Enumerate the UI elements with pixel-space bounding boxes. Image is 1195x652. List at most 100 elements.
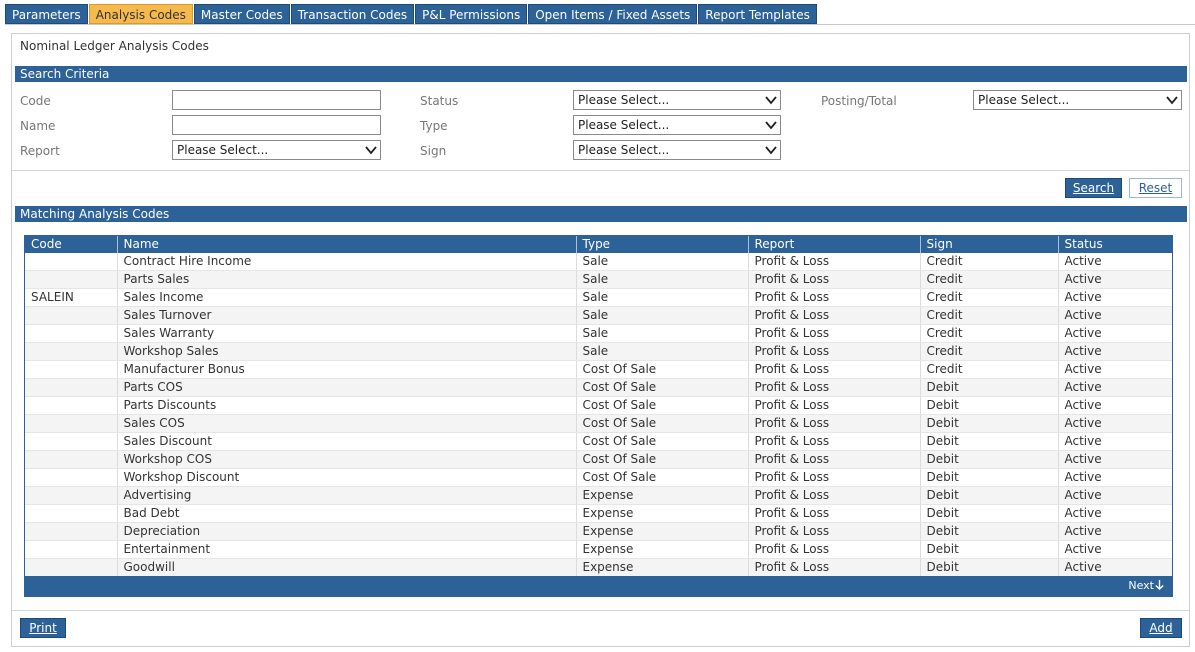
cell-status: Active bbox=[1058, 342, 1172, 361]
posting-total-label: Posting/Total bbox=[821, 94, 897, 108]
search-criteria-header: Search Criteria bbox=[15, 66, 1187, 82]
code-input[interactable] bbox=[172, 90, 381, 110]
cell-name: Entertainment bbox=[117, 540, 577, 559]
status-select-value: Please Select... bbox=[578, 93, 670, 107]
table-row[interactable]: Entertainment Expense Profit & Loss Debit Ac… bbox=[25, 540, 1172, 559]
table-row[interactable]: Parts COS Cost Of Sale Profit & Loss Debit A… bbox=[25, 378, 1172, 397]
cell-sign: Credit bbox=[920, 253, 1059, 271]
cell-sign: Debit bbox=[920, 468, 1059, 487]
tab-transaction-codes[interactable]: Transaction Codes bbox=[290, 4, 415, 24]
cell-name: Sales Income bbox=[117, 288, 577, 307]
cell-type: Sale bbox=[576, 270, 749, 289]
table-row[interactable]: Sales COS Cost Of Sale Profit & Loss Debit A… bbox=[25, 414, 1172, 433]
column-header-status[interactable]: Status bbox=[1058, 236, 1172, 253]
cell-status: Active bbox=[1058, 253, 1172, 271]
cell-name: Bad Debt bbox=[117, 504, 577, 523]
tab-open-items-fixed-assets[interactable]: Open Items / Fixed Assets bbox=[528, 4, 698, 24]
cell-code bbox=[25, 558, 118, 577]
table-row[interactable]: Sales Turnover Sale Profit & Loss Credit Act… bbox=[25, 306, 1172, 325]
table-row[interactable]: Goodwill Expense Profit & Loss Debit Active bbox=[25, 558, 1172, 577]
search-button[interactable]: Search bbox=[1065, 178, 1122, 198]
chevron-down-icon bbox=[765, 96, 777, 105]
table-row[interactable]: Workshop COS Cost Of Sale Profit & Loss Deb… bbox=[25, 450, 1172, 469]
column-header-sign[interactable]: Sign bbox=[920, 236, 1059, 253]
cell-report: Profit & Loss bbox=[748, 360, 921, 379]
cell-code bbox=[25, 324, 118, 343]
cell-code bbox=[25, 486, 118, 505]
cell-status: Active bbox=[1058, 396, 1172, 415]
sign-select[interactable]: Please Select... bbox=[573, 140, 781, 160]
cell-status: Active bbox=[1058, 324, 1172, 343]
table-row[interactable]: Advertising Expense Profit & Loss Debit Acti… bbox=[25, 486, 1172, 505]
cell-status: Active bbox=[1058, 432, 1172, 451]
cell-report: Profit & Loss bbox=[748, 414, 921, 433]
cell-status: Active bbox=[1058, 288, 1172, 307]
page-title: Nominal Ledger Analysis Codes bbox=[20, 39, 209, 53]
column-header-name[interactable]: Name bbox=[117, 236, 577, 253]
print-button[interactable]: Print bbox=[20, 618, 66, 638]
tab-divider bbox=[5, 24, 1195, 25]
table-row[interactable]: Workshop Discount Cost Of Sale Profit & Lo… bbox=[25, 468, 1172, 487]
cell-code bbox=[25, 468, 118, 487]
posting-total-select[interactable]: Please Select... bbox=[973, 90, 1182, 110]
cell-name: Sales COS bbox=[117, 414, 577, 433]
tab-analysis-codes[interactable]: Analysis Codes bbox=[88, 4, 193, 24]
table-row[interactable]: Contract Hire Income Sale Profit & Loss Cre… bbox=[25, 253, 1172, 271]
tab-parameters[interactable]: Parameters bbox=[5, 4, 88, 24]
cell-name: Advertising bbox=[117, 486, 577, 505]
cell-code bbox=[25, 504, 118, 523]
table-row[interactable]: Parts Discounts Cost Of Sale Profit & Loss… bbox=[25, 396, 1172, 415]
column-header-type[interactable]: Type bbox=[576, 236, 749, 253]
cell-sign: Debit bbox=[920, 396, 1059, 415]
code-label: Code bbox=[20, 94, 51, 108]
cell-name: Parts Sales bbox=[117, 270, 577, 289]
chevron-down-icon bbox=[1166, 96, 1178, 105]
table-row[interactable]: Sales Warranty Sale Profit & Loss Credit Act… bbox=[25, 324, 1172, 343]
table-row[interactable]: Parts Sales Sale Profit & Loss Credit Active bbox=[25, 270, 1172, 289]
cell-report: Profit & Loss bbox=[748, 324, 921, 343]
cell-sign: Debit bbox=[920, 486, 1059, 505]
cell-name: Sales Turnover bbox=[117, 306, 577, 325]
cell-code bbox=[25, 270, 118, 289]
tab-report-templates[interactable]: Report Templates bbox=[698, 4, 817, 24]
cell-status: Active bbox=[1058, 486, 1172, 505]
cell-type: Expense bbox=[576, 540, 749, 559]
tab-pl-permissions[interactable]: P&L Permissions bbox=[415, 4, 528, 24]
add-button[interactable]: Add bbox=[1140, 618, 1182, 638]
table-row[interactable]: Depreciation Expense Profit & Loss Debit Act… bbox=[25, 522, 1172, 541]
cell-code bbox=[25, 253, 118, 271]
column-header-code[interactable]: Code bbox=[25, 236, 118, 253]
matching-codes-header: Matching Analysis Codes bbox=[15, 206, 1187, 222]
cell-name: Goodwill bbox=[117, 558, 577, 577]
cell-type: Sale bbox=[576, 324, 749, 343]
name-input[interactable] bbox=[172, 115, 381, 135]
table-row[interactable]: Manufacturer Bonus Cost Of Sale Profit & L… bbox=[25, 360, 1172, 379]
cell-status: Active bbox=[1058, 504, 1172, 523]
cell-report: Profit & Loss bbox=[748, 450, 921, 469]
type-label: Type bbox=[420, 119, 448, 133]
cell-report: Profit & Loss bbox=[748, 378, 921, 397]
tab-master-codes[interactable]: Master Codes bbox=[193, 4, 290, 24]
cell-sign: Debit bbox=[920, 432, 1059, 451]
cell-type: Cost Of Sale bbox=[576, 396, 749, 415]
results-table: Code Name Type Report Sign Status Contra… bbox=[25, 236, 1172, 577]
cell-status: Active bbox=[1058, 360, 1172, 379]
report-select[interactable]: Please Select... bbox=[172, 140, 381, 160]
table-row[interactable]: SALEIN Sales Income Sale Profit & Loss Credi… bbox=[25, 288, 1172, 307]
type-select[interactable]: Please Select... bbox=[573, 115, 781, 135]
column-header-report[interactable]: Report bbox=[748, 236, 921, 253]
table-row[interactable]: Bad Debt Expense Profit & Loss Debit Active bbox=[25, 504, 1172, 523]
reset-button[interactable]: Reset bbox=[1129, 178, 1182, 198]
cell-report: Profit & Loss bbox=[748, 504, 921, 523]
table-row[interactable]: Workshop Sales Sale Profit & Loss Credit Act… bbox=[25, 342, 1172, 361]
table-row[interactable]: Sales Discount Cost Of Sale Profit & Loss D… bbox=[25, 432, 1172, 451]
cell-name: Workshop COS bbox=[117, 450, 577, 469]
cell-report: Profit & Loss bbox=[748, 486, 921, 505]
cell-sign: Debit bbox=[920, 504, 1059, 523]
cell-report: Profit & Loss bbox=[748, 396, 921, 415]
name-label: Name bbox=[20, 119, 56, 133]
status-select[interactable]: Please Select... bbox=[573, 90, 781, 110]
next-page-link[interactable]: Next bbox=[1128, 579, 1164, 592]
cell-code bbox=[25, 396, 118, 415]
cell-sign: Credit bbox=[920, 270, 1059, 289]
